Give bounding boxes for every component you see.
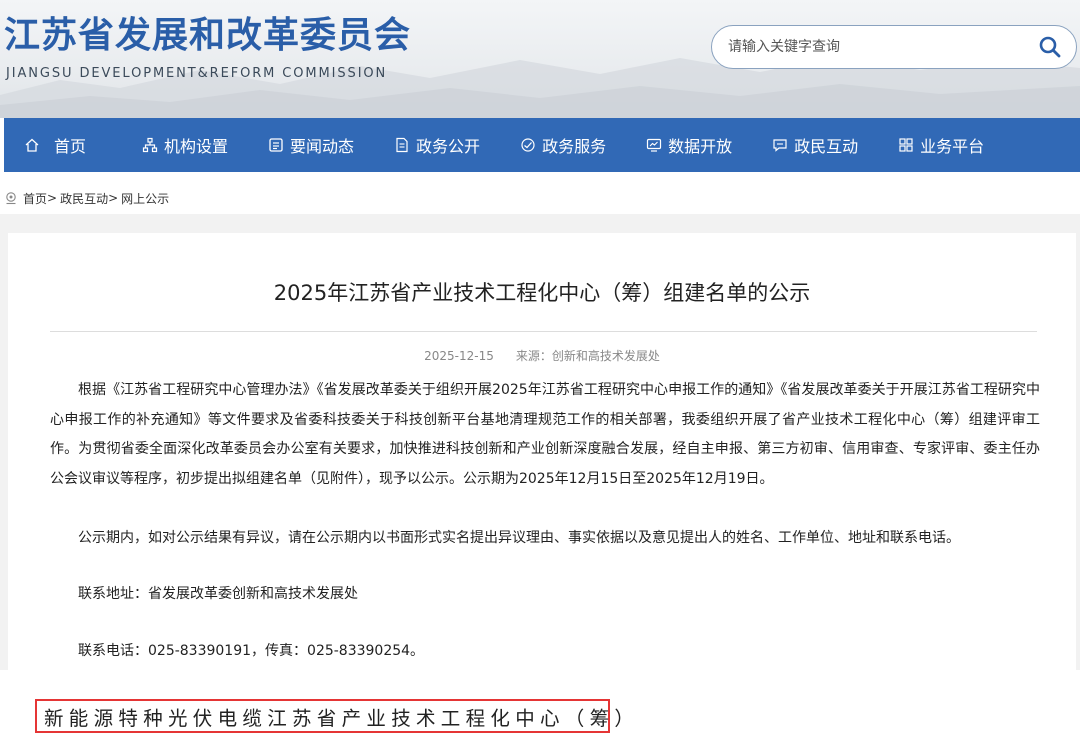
article-panel: 2025年江苏省产业技术工程化中心（筹）组建名单的公示 2025-12-15 来源… <box>8 233 1076 670</box>
breadcrumb-home[interactable]: 首页 <box>23 190 47 207</box>
breadcrumb: 首页 > 政民互动 > 网上公示 <box>4 188 169 208</box>
nav-item-org[interactable]: 机构设置 <box>142 118 228 172</box>
home-icon <box>24 137 40 153</box>
article-date: 2025-12-15 <box>424 349 494 363</box>
search-icon[interactable] <box>1038 35 1062 59</box>
article-title: 2025年江苏省产业技术工程化中心（筹）组建名单的公示 <box>273 281 811 305</box>
nav-item-platform[interactable]: 业务平台 <box>898 118 984 172</box>
breadcrumb-separator: > <box>47 191 58 205</box>
nav-item-label: 政民互动 <box>794 137 859 156</box>
nav-item-label: 数据开放 <box>668 137 733 156</box>
search-input[interactable] <box>728 36 1018 58</box>
nav-item-label: 业务平台 <box>920 137 985 156</box>
breadcrumb-interaction[interactable]: 政民互动 <box>60 190 108 207</box>
nav-item-label: 政务服务 <box>542 137 607 156</box>
nav-item-label: 首页 <box>54 137 87 156</box>
highlighted-entry-text: 新能源特种光伏电缆江苏省产业技术工程化中心（筹） <box>44 706 640 730</box>
breadcrumb-separator: > <box>108 191 119 205</box>
page: 江苏省发展和改革委员会 JIANGSU DEVELOPMENT&REFORM C… <box>0 0 1080 741</box>
document-icon <box>394 137 410 153</box>
news-icon <box>268 137 284 153</box>
title-divider <box>50 331 1037 332</box>
nav-item-label: 要闻动态 <box>290 137 355 156</box>
highlighted-entry: 新能源特种光伏电缆江苏省产业技术工程化中心（筹） <box>35 699 634 733</box>
chat-icon <box>772 137 788 153</box>
main-nav: 首页 机构设置 要闻动态 政务公开 政务服务 数据开放 政民互动 业务平台 <box>4 118 1080 172</box>
site-header: 江苏省发展和改革委员会 JIANGSU DEVELOPMENT&REFORM C… <box>0 0 1080 118</box>
nav-item-data-open[interactable]: 数据开放 <box>646 118 732 172</box>
grid-icon <box>898 137 914 153</box>
nav-item-home[interactable]: 首页 <box>24 118 86 172</box>
contact-phone: 联系电话：025-83390191，传真：025-83390254。 <box>78 643 425 659</box>
breadcrumb-current[interactable]: 网上公示 <box>121 190 169 207</box>
site-subtitle: JIANGSU DEVELOPMENT&REFORM COMMISSION <box>6 66 388 81</box>
contact-address: 联系地址：省发展改革委创新和高技术发展处 <box>78 586 358 602</box>
site-title[interactable]: 江苏省发展和改革委员会 <box>4 14 411 58</box>
service-icon <box>520 137 536 153</box>
nav-item-label: 机构设置 <box>164 137 229 156</box>
org-chart-icon <box>142 137 158 153</box>
article-meta: 2025-12-15 来源：创新和高技术发展处 <box>8 347 1076 364</box>
article-source: 来源：创新和高技术发展处 <box>515 349 660 363</box>
article-paragraph: 根据《江苏省工程研究中心管理办法》《省发展改革委关于组织开展2025年江苏省工程… <box>50 382 1040 487</box>
nav-item-interaction[interactable]: 政民互动 <box>772 118 858 172</box>
article-paragraph: 公示期内，如对公示结果有异议，请在公示期内以书面形式实名提出异议理由、事实依据以… <box>78 530 960 546</box>
location-icon <box>6 192 16 205</box>
nav-item-gov-open[interactable]: 政务公开 <box>394 118 480 172</box>
data-icon <box>646 137 662 153</box>
nav-item-news[interactable]: 要闻动态 <box>268 118 354 172</box>
search-box <box>711 25 1077 69</box>
nav-item-gov-service[interactable]: 政务服务 <box>520 118 606 172</box>
nav-item-label: 政务公开 <box>416 137 481 156</box>
